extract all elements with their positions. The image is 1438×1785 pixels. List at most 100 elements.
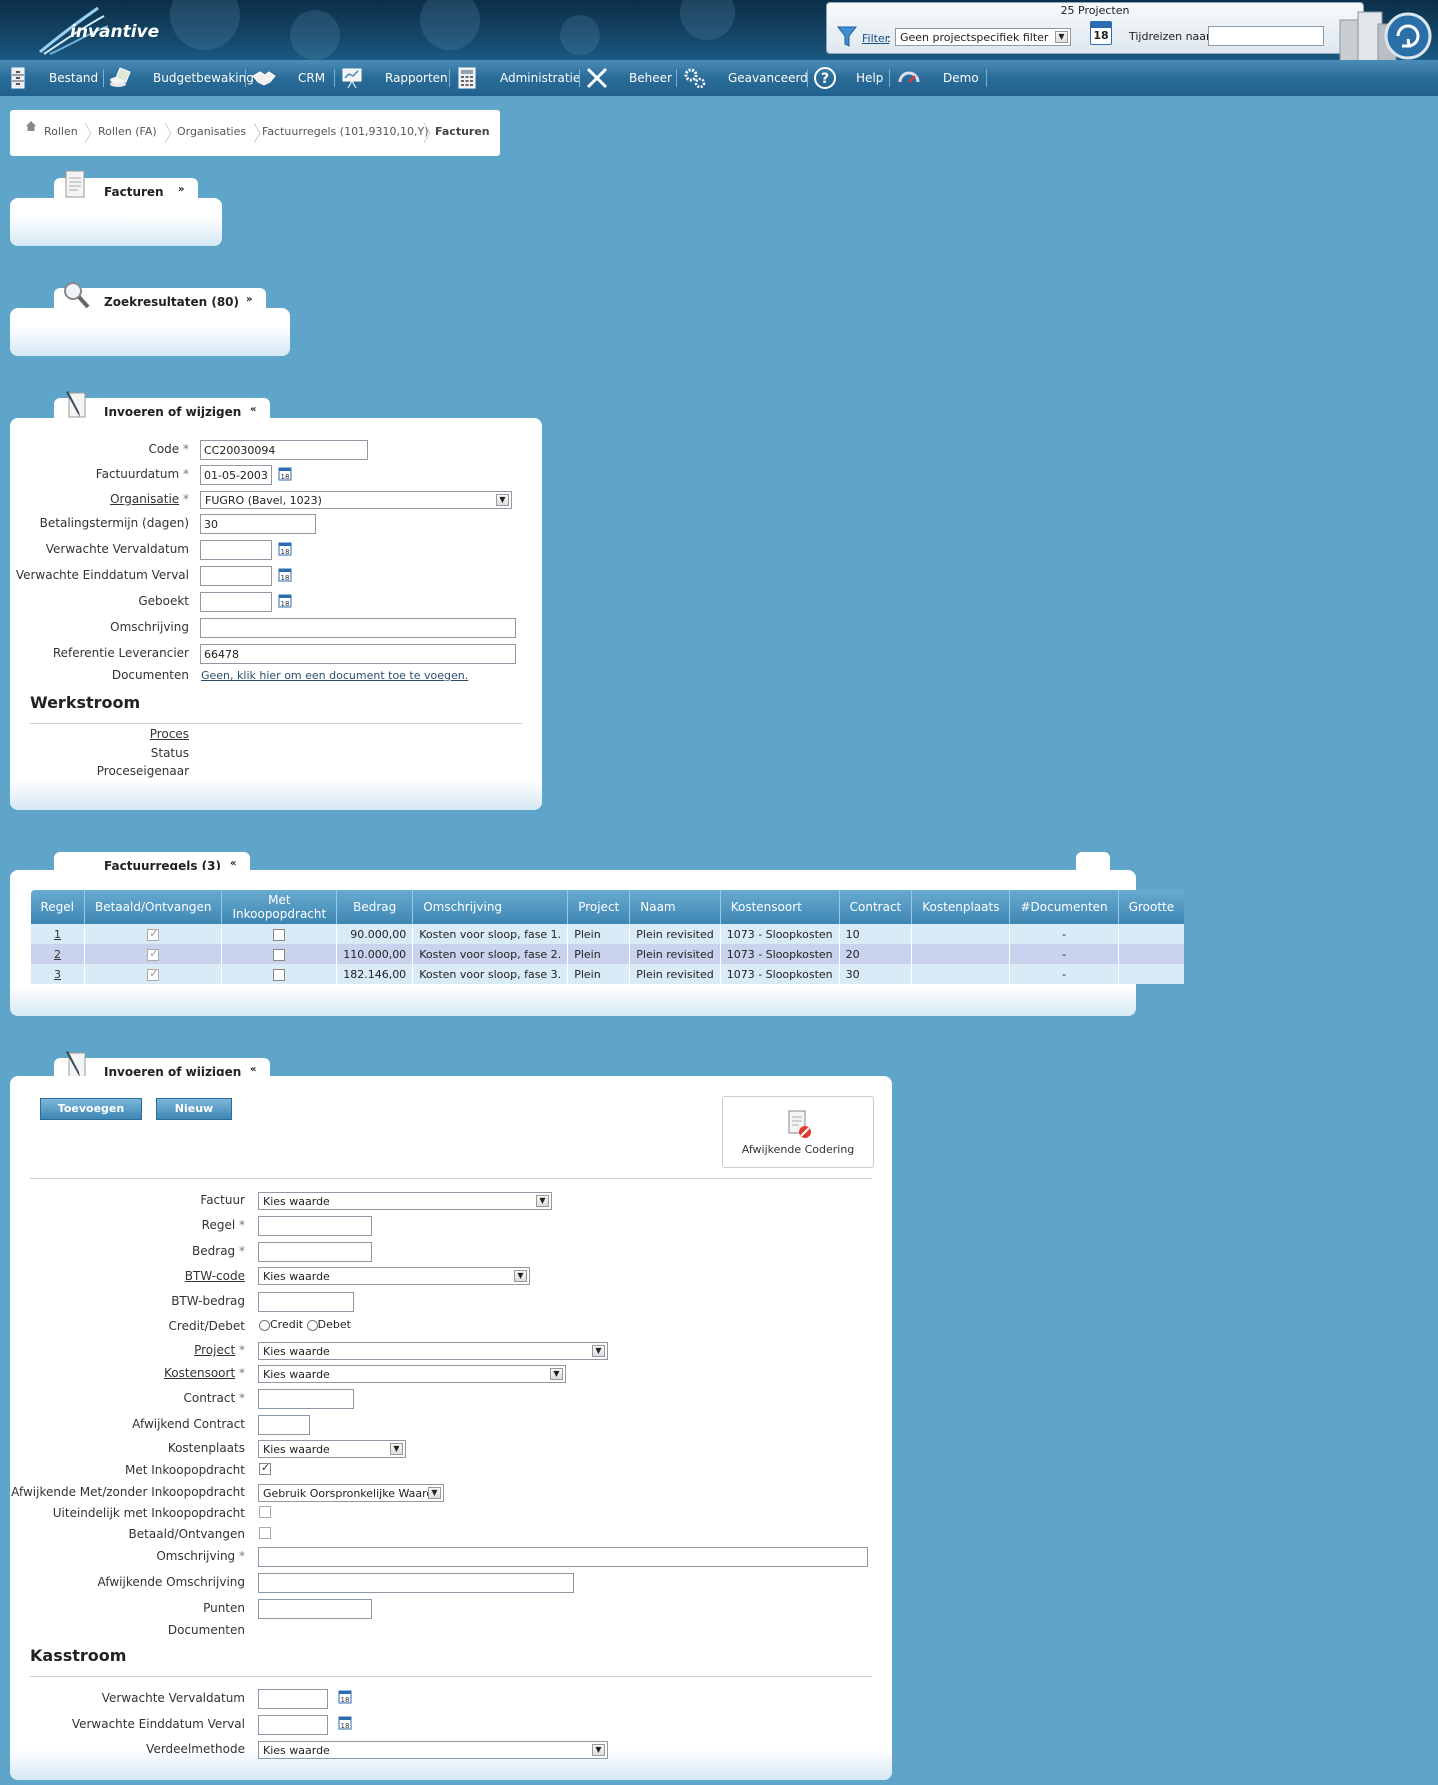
calendar-icon[interactable]: 18 (278, 542, 292, 556)
help-icon[interactable]: ? (813, 66, 837, 90)
contract-input[interactable] (258, 1389, 354, 1409)
proces-label[interactable]: Proces (150, 727, 189, 741)
omschrijving2-input[interactable] (258, 1547, 868, 1567)
collapse-icon[interactable]: « (230, 858, 236, 869)
nav-geavanceerd[interactable]: Geavanceerd (728, 60, 808, 96)
afwijkende-omschrijving-input[interactable] (258, 1573, 574, 1593)
column-header-documenten[interactable]: #Documenten (1009, 890, 1119, 924)
collapse-icon[interactable]: « (250, 404, 256, 415)
nav-bestand[interactable]: Bestand (49, 60, 98, 96)
breadcrumb-item-factuurregels[interactable]: Factuurregels (101,9310,10,Y) (262, 125, 429, 138)
factuurdatum-input[interactable]: 01-05-2003 (200, 465, 272, 485)
cell-kostensoort: 1073 - Sloopkosten (719, 944, 840, 964)
tools-icon[interactable] (585, 66, 609, 90)
betaald-checkbox[interactable] (259, 1527, 271, 1539)
nieuw-button[interactable]: Nieuw (156, 1098, 232, 1120)
geboekt-label: Geboekt (138, 594, 189, 608)
breadcrumb-item-rollen-fa[interactable]: Rollen (FA) (98, 125, 157, 138)
column-header-omschrijving[interactable]: Omschrijving (412, 890, 568, 924)
cabinet-icon[interactable] (6, 66, 30, 90)
nav-budgetbewaking[interactable]: Budgetbewaking (153, 60, 254, 96)
column-header-kostenplaats[interactable]: Kostenplaats (911, 890, 1010, 924)
afwijkende-codering-button[interactable]: Afwijkende Codering (722, 1096, 874, 1168)
demo-icon[interactable] (897, 66, 921, 90)
row-link-regel[interactable]: 1 (54, 928, 61, 941)
column-header-grootte[interactable]: Grootte (1117, 890, 1185, 924)
table-row[interactable]: 3 182.146,00 Kosten voor sloop, fase 3. … (29, 964, 1185, 984)
nav-administratie[interactable]: Administratie (500, 60, 580, 96)
btwcode-label[interactable]: BTW-code (185, 1269, 245, 1283)
nav-beheer[interactable]: Beheer (629, 60, 672, 96)
calendar-icon[interactable]: 18 (338, 1690, 352, 1704)
code-input[interactable]: CC20030094 (200, 440, 368, 460)
calendar-icon[interactable]: 18 (278, 568, 292, 582)
calendar-icon[interactable]: 18 (1090, 21, 1112, 45)
afwijkend-contract-input[interactable] (258, 1415, 310, 1435)
calendar-icon[interactable]: 18 (278, 467, 292, 481)
regel-input[interactable] (258, 1216, 372, 1236)
toevoegen-button[interactable]: Toevoegen (40, 1098, 142, 1120)
project-select[interactable]: Kies waarde ▼ (258, 1342, 608, 1360)
gears-icon[interactable] (683, 66, 707, 90)
afwijkende-metzonder-select[interactable]: Gebruik Oorspronkelijke Waarde ▼ (258, 1484, 444, 1502)
punten-input[interactable] (258, 1599, 372, 1619)
column-header-contract[interactable]: Contract (838, 890, 912, 924)
nav-rapporten[interactable]: Rapporten (385, 60, 448, 96)
filter-icon[interactable] (837, 25, 857, 49)
column-header-naam[interactable]: Naam (629, 890, 721, 924)
column-header-betaald[interactable]: Betaald/Ontvangen (84, 890, 222, 924)
row-link-regel[interactable]: 2 (54, 948, 61, 961)
table-row[interactable]: 2 110.000,00 Kosten voor sloop, fase 2. … (29, 944, 1185, 964)
breadcrumb-item-organisaties[interactable]: Organisaties (177, 125, 246, 138)
btwcode-select[interactable]: Kies waarde ▼ (258, 1267, 530, 1285)
project-label[interactable]: Project * (194, 1343, 245, 1357)
presentation-icon[interactable] (340, 66, 364, 90)
row-link-regel[interactable]: 3 (54, 968, 61, 981)
organisatie-select[interactable]: FUGRO (Bavel, 1023) ▼ (200, 491, 512, 509)
met-inkoop-checkbox[interactable] (259, 1461, 271, 1475)
money-icon[interactable] (108, 66, 132, 90)
collapse-icon[interactable]: « (250, 1064, 256, 1075)
kas-verwachte-einddatum-input[interactable] (258, 1715, 328, 1735)
kostensoort-select[interactable]: Kies waarde ▼ (258, 1365, 566, 1383)
nav-crm[interactable]: CRM (298, 60, 325, 96)
column-header-inkoop[interactable]: Met Inkoopopdracht (221, 890, 337, 924)
project-filter-select[interactable]: Geen projectspecifiek filter ▼ (895, 28, 1071, 46)
kas-verwachte-vervaldatum-input[interactable] (258, 1689, 328, 1709)
buildings-refresh-icon[interactable] (1338, 6, 1432, 60)
nav-help[interactable]: Help (856, 60, 883, 96)
add-document-link[interactable]: Geen, klik hier om een document toe te v… (201, 669, 468, 682)
home-icon[interactable] (25, 120, 37, 132)
debet-radio[interactable] (306, 1319, 318, 1331)
filter-colon: : (887, 32, 891, 45)
uiteindelijk-checkbox (259, 1506, 271, 1518)
verdeelmethode-select[interactable]: Kies waarde ▼ (258, 1741, 608, 1759)
kostensoort-label[interactable]: Kostensoort * (164, 1366, 245, 1380)
bedrag-input[interactable] (258, 1242, 372, 1262)
calendar-icon[interactable]: 18 (278, 594, 292, 608)
nav-demo[interactable]: Demo (943, 60, 979, 96)
breadcrumb-item-rollen[interactable]: Rollen (44, 125, 78, 138)
kostenplaats-select[interactable]: Kies waarde ▼ (258, 1440, 406, 1458)
geboekt-input[interactable] (200, 592, 272, 612)
column-header-project[interactable]: Project (567, 890, 630, 924)
calendar-icon[interactable]: 18 (338, 1716, 352, 1730)
credit-radio[interactable] (259, 1319, 270, 1331)
betalingstermijn-input[interactable]: 30 (200, 514, 316, 534)
column-header-kostensoort[interactable]: Kostensoort (719, 890, 840, 924)
factuur-select[interactable]: Kies waarde ▼ (258, 1192, 552, 1210)
btwbedrag-input[interactable] (258, 1292, 354, 1312)
table-row[interactable]: 1 90.000,00 Kosten voor sloop, fase 1. P… (29, 924, 1185, 944)
column-header-bedrag[interactable]: Bedrag (336, 890, 413, 924)
handshake-icon[interactable] (252, 66, 276, 90)
expand-icon[interactable]: » (178, 184, 184, 195)
omschrijving-input[interactable] (200, 618, 516, 638)
calculator-icon[interactable] (455, 66, 479, 90)
filter-link[interactable]: Filter (862, 32, 889, 45)
referentie-input[interactable]: 66478 (200, 644, 516, 664)
verwachte-einddatum-input[interactable] (200, 566, 272, 586)
tijdreizen-input[interactable] (1208, 26, 1324, 46)
verwachte-vervaldatum-input[interactable] (200, 540, 272, 560)
column-header-regel[interactable]: Regel (30, 890, 85, 924)
expand-icon[interactable]: » (246, 294, 252, 305)
